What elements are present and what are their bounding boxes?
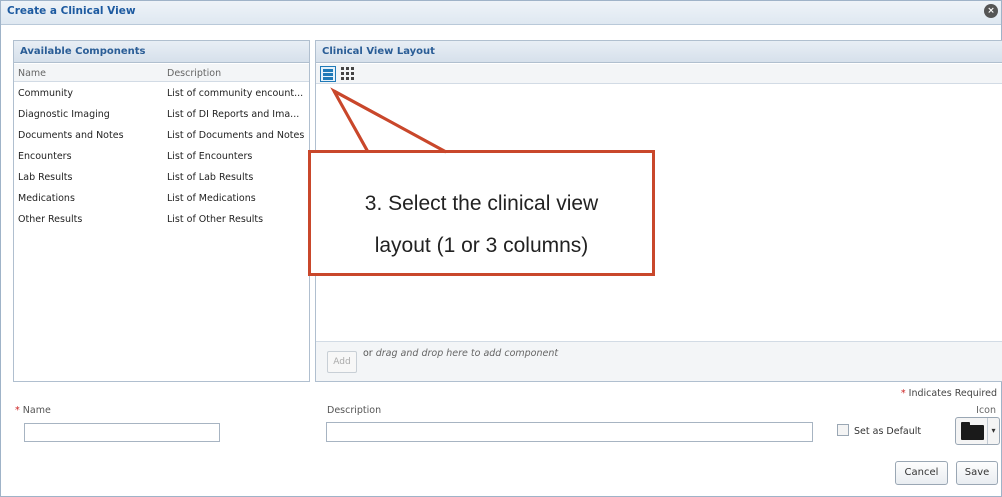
callout-line-2: layout (1 or 3 columns): [374, 234, 589, 257]
callout-line-1: 3. Select the clinical view: [364, 192, 599, 215]
callout-text: 3. Select the clinical view layout (1 or…: [311, 183, 652, 267]
callout-box: 3. Select the clinical view layout (1 or…: [308, 150, 655, 276]
